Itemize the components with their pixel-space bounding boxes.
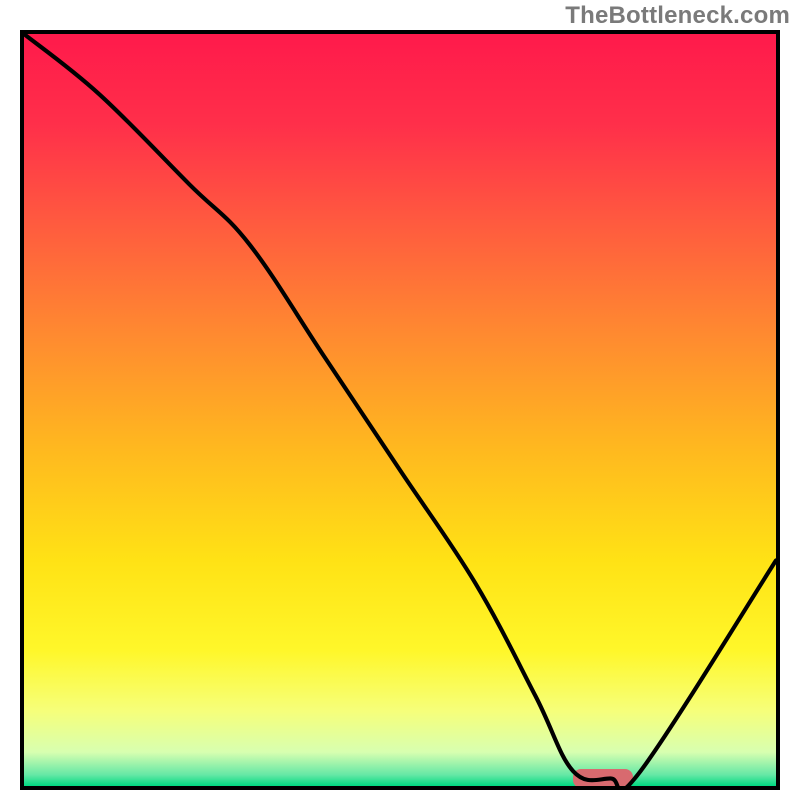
curve-path	[24, 34, 776, 786]
plot-area	[20, 30, 780, 790]
chart-root: TheBottleneck.com	[0, 0, 800, 800]
watermark-text: TheBottleneck.com	[565, 2, 790, 30]
bottleneck-curve	[24, 34, 776, 786]
